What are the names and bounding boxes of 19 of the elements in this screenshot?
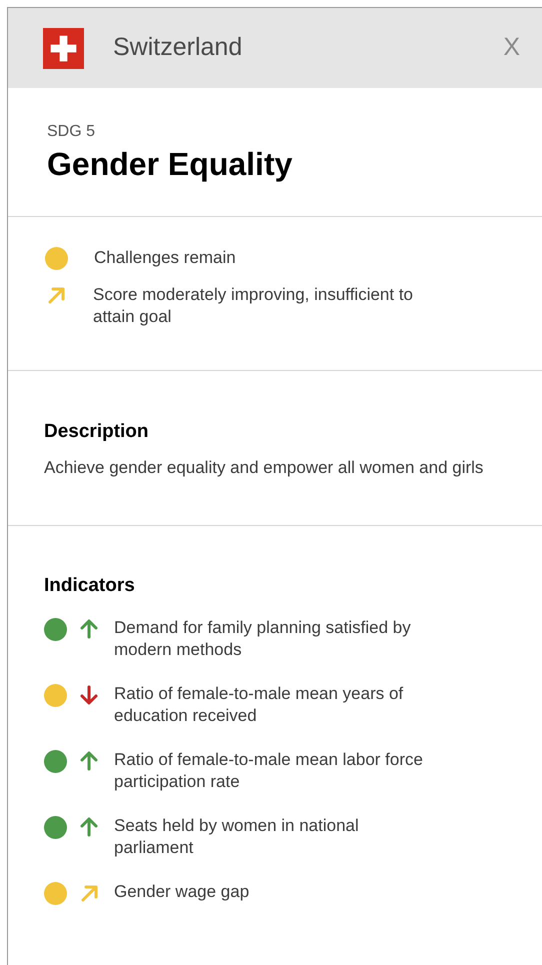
indicator-text: Ratio of female-to-male mean labor force participation rate (114, 748, 424, 792)
goal-title: Gender Equality (47, 145, 294, 184)
status-text: Challenges remain (94, 247, 236, 269)
down-arrow-icon (78, 684, 100, 706)
country-name: Switzerland (113, 32, 242, 64)
up-arrow-icon (78, 816, 100, 838)
up-arrow-icon (78, 750, 100, 772)
goal-label: SDG 5 (47, 122, 96, 142)
description-text: Achieve gender equality and empower all women and girls (44, 456, 484, 478)
up-arrow-icon (78, 618, 100, 640)
indicator-text: Demand for family planning satisfied by modern methods (114, 616, 412, 660)
section-heading: Indicators (44, 574, 136, 598)
indicator-text: Seats held by women in national parliament (114, 814, 360, 858)
status-text: Score moderately improving, insufficient to attain goal (93, 284, 414, 328)
indicator-text: Gender wage gap (114, 880, 250, 902)
flag-icon (43, 28, 84, 68)
close-button[interactable]: X (503, 29, 520, 67)
section-heading: Description (44, 420, 150, 444)
indicator-text: Ratio of female-to-male mean years of education received (114, 682, 404, 726)
